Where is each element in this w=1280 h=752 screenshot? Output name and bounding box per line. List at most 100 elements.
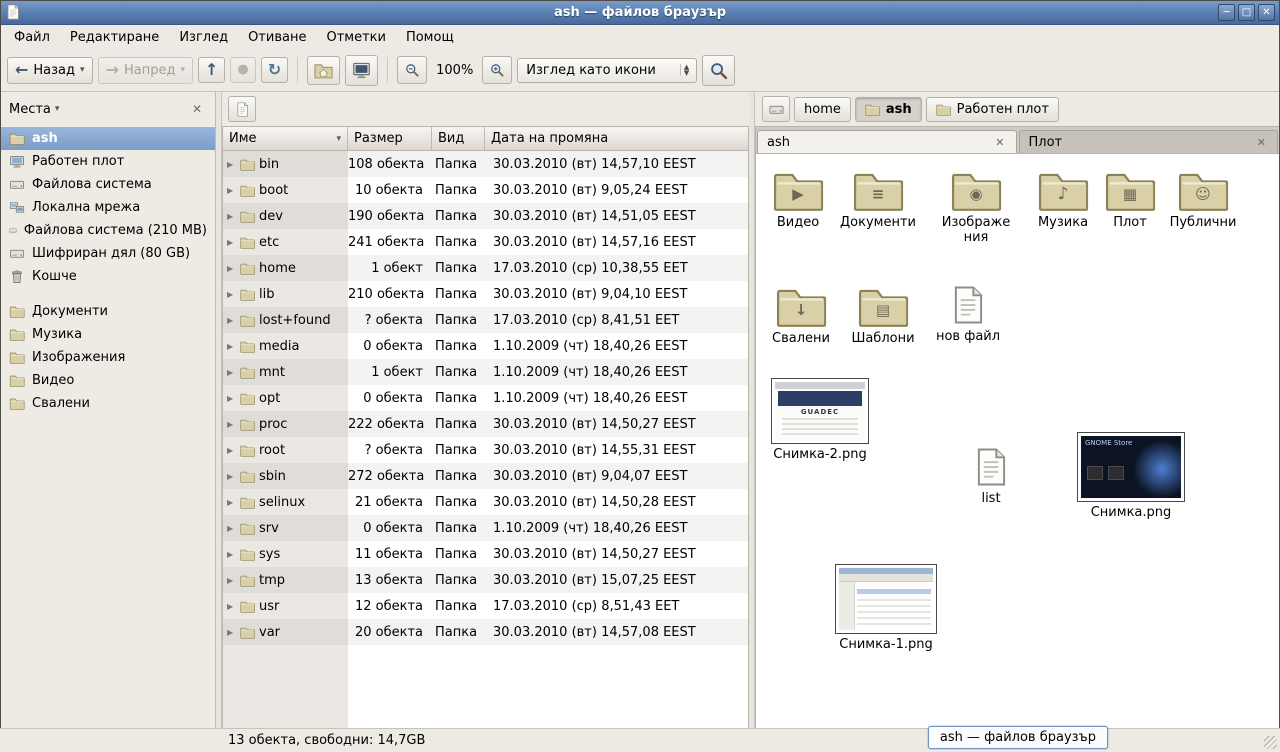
tab-ash[interactable]: ash ✕ (757, 130, 1017, 153)
table-row[interactable]: ▶ etc 241 обекта Папка 30.03.2010 (вт) 1… (223, 229, 748, 255)
table-row[interactable]: ▶ selinux 21 обекта Папка 30.03.2010 (вт… (223, 489, 748, 515)
table-row[interactable]: ▶ root ? обекта Папка 30.03.2010 (вт) 14… (223, 437, 748, 463)
icon-folder-desktop[interactable]: Плот (1088, 168, 1172, 230)
sidebar-item[interactable]: Локална мрежа (0, 196, 215, 219)
sidebar-item[interactable]: ash (0, 127, 215, 150)
tab-close-icon[interactable]: ✕ (1255, 136, 1268, 149)
icon-folder-public[interactable]: Публични (1161, 168, 1245, 230)
expander-icon[interactable]: ▶ (227, 498, 236, 507)
maximize-button[interactable]: □ (1238, 4, 1255, 21)
column-header-type[interactable]: Вид (432, 127, 485, 150)
expander-icon[interactable]: ▶ (227, 420, 236, 429)
icon-file-list[interactable]: list (949, 446, 1033, 506)
expander-icon[interactable]: ▶ (227, 316, 236, 325)
tab-close-icon[interactable]: ✕ (993, 136, 1006, 149)
table-row[interactable]: ▶ opt 0 обекта Папка 1.10.2009 (чт) 18,4… (223, 385, 748, 411)
icon-image-snimka[interactable]: GNOME Store Снимка.png (1075, 432, 1187, 520)
menu-item[interactable]: Отиване (238, 27, 316, 48)
icon-file-new[interactable]: нов файл (926, 284, 1010, 344)
expander-icon[interactable]: ▶ (227, 186, 236, 195)
menu-item[interactable]: Отметки (316, 27, 395, 48)
home-button[interactable] (307, 56, 340, 85)
view-mode-select[interactable]: Изглед като икони ▲▼ (517, 58, 697, 83)
icon-folder-video[interactable]: Видео (756, 168, 840, 230)
table-row[interactable]: ▶ boot 10 обекта Папка 30.03.2010 (вт) 9… (223, 177, 748, 203)
zoom-out-button[interactable] (397, 56, 427, 84)
zoom-in-button[interactable] (482, 56, 512, 84)
stop-button[interactable]: ● (230, 57, 255, 83)
table-row[interactable]: ▶ sbin 272 обекта Папка 30.03.2010 (вт) … (223, 463, 748, 489)
pathbar-root-button[interactable] (762, 96, 790, 122)
table-row[interactable]: ▶ tmp 13 обекта Папка 30.03.2010 (вт) 15… (223, 567, 748, 593)
column-header-date[interactable]: Дата на промяна (485, 127, 748, 150)
icon-folder-templates[interactable]: Шаблони (841, 284, 925, 346)
expander-icon[interactable]: ▶ (227, 290, 236, 299)
expander-icon[interactable]: ▶ (227, 238, 236, 247)
search-button[interactable] (702, 55, 735, 86)
table-row[interactable]: ▶ proc 222 обекта Папка 30.03.2010 (вт) … (223, 411, 748, 437)
table-row[interactable]: ▶ home 1 обект Папка 17.03.2010 (ср) 10,… (223, 255, 748, 281)
sidebar-item[interactable]: Музика (0, 323, 215, 346)
resize-grip[interactable] (1264, 736, 1277, 749)
expander-icon[interactable]: ▶ (227, 368, 236, 377)
column-header-name[interactable]: Име ▾ (223, 127, 348, 150)
minimize-button[interactable]: ─ (1218, 4, 1235, 21)
back-button[interactable]: ← Назад ▾ (7, 57, 93, 84)
path-button-desktop[interactable]: Работен плот (926, 97, 1059, 122)
expander-icon[interactable]: ▶ (227, 394, 236, 403)
menu-item[interactable]: Помощ (396, 27, 464, 48)
path-button-current[interactable]: ash (855, 97, 922, 122)
expander-icon[interactable]: ▶ (227, 212, 236, 221)
sidebar-item[interactable]: Файлова система (0, 173, 215, 196)
expander-icon[interactable]: ▶ (227, 160, 236, 169)
table-row[interactable]: ▶ sys 11 обекта Папка 30.03.2010 (вт) 14… (223, 541, 748, 567)
expander-icon[interactable]: ▶ (227, 602, 236, 611)
sidebar-item[interactable]: Шифриран дял (80 GB) (0, 242, 215, 265)
sidebar-item[interactable]: Файлова система (210 MB) (0, 219, 215, 242)
expander-icon[interactable]: ▶ (227, 524, 236, 533)
icon-folder-pictures[interactable]: Изображения (934, 168, 1018, 246)
expander-icon[interactable]: ▶ (227, 628, 236, 637)
icon-image-snimka1[interactable]: Снимка-1.png (830, 564, 942, 652)
forward-button[interactable]: → Напред ▾ (98, 57, 193, 84)
close-button[interactable]: ✕ (1258, 4, 1275, 21)
expander-icon[interactable]: ▶ (227, 264, 236, 273)
icon-image-snimka2[interactable]: GUADEC Снимка-2.png (765, 378, 875, 462)
table-row[interactable]: ▶ mnt 1 обект Папка 1.10.2009 (чт) 18,40… (223, 359, 748, 385)
sidebar-item[interactable]: Изображения (0, 346, 215, 369)
sidebar-item[interactable]: Свалени (0, 392, 215, 415)
table-row[interactable]: ▶ bin 108 обекта Папка 30.03.2010 (вт) 1… (223, 151, 748, 177)
table-row[interactable]: ▶ media 0 обекта Папка 1.10.2009 (чт) 18… (223, 333, 748, 359)
sidebar-item[interactable]: Видео (0, 369, 215, 392)
table-row[interactable]: ▶ usr 12 обекта Папка 17.03.2010 (ср) 8,… (223, 593, 748, 619)
up-button[interactable]: ↑ (198, 57, 225, 83)
expander-icon[interactable]: ▶ (227, 576, 236, 585)
path-button-home[interactable]: home (794, 97, 851, 122)
column-header-size[interactable]: Размер (348, 127, 432, 150)
expander-icon[interactable]: ▶ (227, 472, 236, 481)
table-row[interactable]: ▶ lost+found ? обекта Папка 17.03.2010 (… (223, 307, 748, 333)
table-row[interactable]: ▶ var 20 обекта Папка 30.03.2010 (вт) 14… (223, 619, 748, 645)
title-bar[interactable]: ash — файлов браузър ─ □ ✕ (0, 0, 1280, 25)
sidebar-item[interactable]: Документи (0, 300, 215, 323)
expander-icon[interactable]: ▶ (227, 550, 236, 559)
icon-folder-downloads[interactable]: Свалени (759, 284, 843, 346)
icon-view[interactable]: Видео Документи Изображения Музика (756, 154, 1279, 728)
menu-item[interactable]: Файл (4, 27, 60, 48)
reload-button[interactable]: ↻ (261, 57, 288, 83)
taskbar-window-button[interactable]: ash — файлов браузър (928, 726, 1108, 749)
tab-desktop[interactable]: Плот ✕ (1019, 130, 1279, 153)
table-row[interactable]: ▶ dev 190 обекта Папка 30.03.2010 (вт) 1… (223, 203, 748, 229)
computer-button[interactable] (345, 55, 378, 86)
pane-location-button[interactable] (228, 96, 256, 122)
icon-folder-documents[interactable]: Документи (836, 168, 920, 230)
expander-icon[interactable]: ▶ (227, 342, 236, 351)
expander-icon[interactable]: ▶ (227, 446, 236, 455)
table-row[interactable]: ▶ srv 0 обекта Папка 1.10.2009 (чт) 18,4… (223, 515, 748, 541)
table-row[interactable]: ▶ lib 210 обекта Папка 30.03.2010 (вт) 9… (223, 281, 748, 307)
menu-item[interactable]: Изглед (169, 27, 238, 48)
sidebar-title[interactable]: Места (9, 102, 51, 117)
sidebar-item[interactable]: Работен плот (0, 150, 215, 173)
back-dropdown-icon[interactable]: ▾ (80, 63, 85, 77)
menu-item[interactable]: Редактиране (60, 27, 169, 48)
